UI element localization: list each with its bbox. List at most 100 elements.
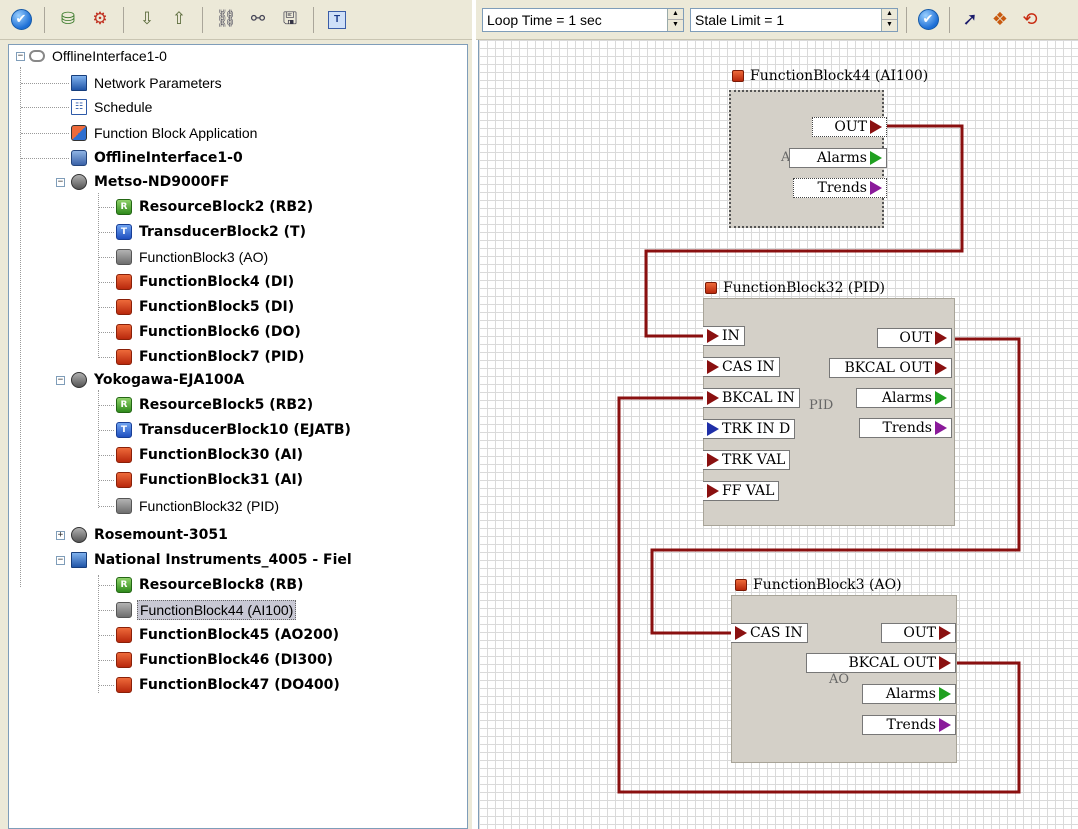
input-port-in[interactable]: IN [703, 326, 745, 346]
check-icon[interactable]: ✔ [8, 7, 34, 33]
toolbar-separator [202, 6, 203, 33]
tree-item-label: FunctionBlock46 (DI300) [139, 652, 334, 668]
function-block-application-icon [71, 125, 87, 141]
tree-item-device-yokogawa[interactable]: Yokogawa-EJA100A [71, 369, 246, 391]
tree-item-label: ResourceBlock8 (RB) [139, 577, 304, 593]
unlink-icon[interactable]: ⚯ [245, 7, 271, 33]
port-label: Alarms [885, 686, 936, 702]
collapse-toggle[interactable]: − [56, 556, 65, 565]
stale-limit-spin-buttons[interactable]: ▲ ▼ [881, 8, 897, 31]
download-icon[interactable]: ⇩ [134, 7, 160, 33]
output-port-alarms[interactable]: Alarms [862, 684, 956, 704]
connect-icon[interactable]: ❖ [988, 9, 1012, 30]
tree-item-function-block-application[interactable]: Function Block Application [71, 122, 259, 144]
tree-connector [99, 506, 114, 507]
input-port-trk-in-d[interactable]: TRK IN D [703, 419, 796, 439]
tree-item-transducer-block[interactable]: T TransducerBlock2 (T) [116, 221, 308, 243]
input-port-cas-in[interactable]: CAS IN [703, 357, 780, 377]
output-port-alarms[interactable]: Alarms [789, 148, 887, 168]
tree-item-schedule[interactable]: ☷ Schedule [71, 96, 154, 118]
check-icon[interactable]: ✔ [915, 7, 941, 33]
tree-item-function-block[interactable]: FunctionBlock47 (DO400) [116, 674, 342, 696]
save-icon[interactable]: 🖫 [277, 7, 303, 33]
output-port-bkcal-out[interactable]: BKCAL OUT [806, 653, 956, 673]
tree-item-label: FunctionBlock47 (DO400) [139, 677, 340, 693]
output-arrow-icon [935, 331, 947, 345]
trends-arrow-icon [935, 421, 947, 435]
tree-item-network-parameters[interactable]: Network Parameters [71, 72, 224, 94]
tree-item-label: FunctionBlock4 (DI) [139, 274, 295, 290]
transducer-block-icon: T [116, 422, 132, 438]
schedule-icon: ☷ [71, 99, 87, 115]
output-port-out[interactable]: OUT [881, 623, 956, 643]
output-port-trends[interactable]: Trends [862, 715, 956, 735]
trends-arrow-icon [870, 181, 882, 195]
tree-item-function-block[interactable]: FunctionBlock45 (AO200) [116, 624, 341, 646]
loop-time-value: Loop Time = 1 sec [487, 11, 602, 28]
tree-item-label: FunctionBlock5 (DI) [139, 299, 295, 315]
output-port-out[interactable]: OUT [877, 328, 952, 348]
project-tree[interactable]: − OfflineInterface1-0 Network Parameters… [8, 44, 468, 829]
tree-item-resource-block[interactable]: R ResourceBlock5 (RB2) [116, 394, 315, 416]
tree-connector [21, 83, 69, 84]
link-icon[interactable]: ⛓ [213, 7, 239, 33]
input-port-bkcal-in[interactable]: BKCAL IN [703, 388, 800, 408]
collapse-toggle[interactable]: − [16, 52, 25, 61]
input-port-ff-val[interactable]: FF VAL [703, 481, 780, 501]
tree-item-label: FunctionBlock31 (AI) [139, 472, 304, 488]
tree-item-label: OfflineInterface1-0 [94, 150, 243, 166]
diagram-canvas[interactable]: FunctionBlock44 (AI100) A OUT Alarms Tre… [478, 40, 1078, 829]
tree-item-function-block[interactable]: FunctionBlock7 (PID) [116, 346, 306, 368]
tree-item-function-block[interactable]: FunctionBlock46 (DI300) [116, 649, 335, 671]
tree-item-resource-block[interactable]: R ResourceBlock8 (RB) [116, 574, 305, 596]
upload-icon[interactable]: ⇧ [166, 7, 192, 33]
tree-item-device-rosemount[interactable]: Rosemount-3051 [71, 524, 230, 546]
port-label: FF VAL [722, 483, 775, 499]
collapse-toggle[interactable]: − [56, 178, 65, 187]
tag-icon[interactable]: T [324, 7, 350, 33]
input-port-cas-in[interactable]: CAS IN [731, 623, 808, 643]
tree-item-function-block[interactable]: FunctionBlock5 (DI) [116, 296, 296, 318]
tree-item-function-block[interactable]: FunctionBlock30 (AI) [116, 444, 305, 466]
collapse-toggle[interactable]: − [56, 376, 65, 385]
output-port-alarms[interactable]: Alarms [856, 388, 952, 408]
tree-item-function-block[interactable]: FunctionBlock4 (DI) [116, 271, 296, 293]
expand-toggle[interactable]: + [56, 531, 65, 540]
port-label: IN [722, 328, 740, 344]
refresh-icon[interactable]: ⟲ [1018, 9, 1042, 30]
function-block-icon [116, 324, 132, 340]
tree-item-label: Network Parameters [94, 75, 222, 91]
input-arrow-icon [735, 626, 747, 640]
tree-item-function-block-selected[interactable]: FunctionBlock44 (AI100) [116, 599, 297, 621]
configure-icon[interactable]: ⚙ [87, 7, 113, 33]
tree-item-las-interface[interactable]: OfflineInterface1-0 [71, 147, 245, 169]
loop-time-spinner[interactable]: Loop Time = 1 sec ▲ ▼ [482, 7, 684, 32]
tree-item-resource-block[interactable]: R ResourceBlock2 (RB2) [116, 196, 315, 218]
output-port-trends[interactable]: Trends [859, 418, 952, 438]
pointer-icon[interactable]: ➚ [958, 9, 982, 30]
output-port-bkcal-out[interactable]: BKCAL OUT [829, 358, 952, 378]
stale-limit-value: Stale Limit = 1 [695, 11, 785, 28]
block-title: FunctionBlock3 (AO) [735, 577, 902, 593]
tree-item-function-block[interactable]: FunctionBlock3 (AO) [116, 246, 270, 268]
tree-item-device-metso[interactable]: Metso-ND9000FF [71, 171, 231, 193]
output-arrow-icon [939, 626, 951, 640]
block-title-text: FunctionBlock44 (AI100) [750, 68, 929, 84]
tree-item-label: FunctionBlock30 (AI) [139, 447, 304, 463]
resource-block-icon: R [116, 199, 132, 215]
loop-time-spin-buttons[interactable]: ▲ ▼ [667, 8, 683, 31]
tree-item-function-block[interactable]: FunctionBlock6 (DO) [116, 321, 303, 343]
output-port-trends[interactable]: Trends [793, 178, 887, 198]
add-device-icon[interactable]: ⛁ [55, 7, 81, 33]
tree-item-function-block[interactable]: FunctionBlock31 (AI) [116, 469, 305, 491]
tree-item-transducer-block[interactable]: T TransducerBlock10 (EJATB) [116, 419, 353, 441]
tree-item-function-block[interactable]: FunctionBlock32 (PID) [116, 495, 281, 517]
tree-item-label: Function Block Application [94, 125, 258, 141]
tree-item-device-national-instruments[interactable]: National Instruments_4005 - Fiel [71, 549, 354, 571]
input-port-trk-val[interactable]: TRK VAL [703, 450, 791, 470]
stale-limit-spinner[interactable]: Stale Limit = 1 ▲ ▼ [690, 7, 898, 32]
tree-item-root[interactable]: OfflineInterface1-0 [29, 45, 169, 67]
alarms-arrow-icon [939, 687, 951, 701]
output-port-out[interactable]: OUT [812, 117, 887, 137]
block-title: FunctionBlock44 (AI100) [732, 68, 928, 84]
